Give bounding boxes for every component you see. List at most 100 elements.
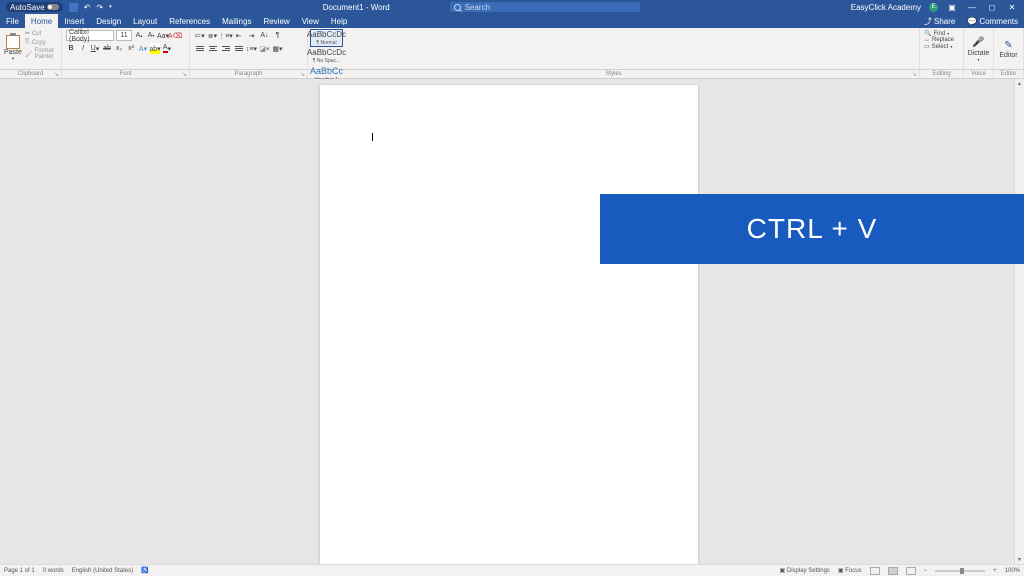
superscript-button[interactable]: x²	[126, 43, 136, 54]
italic-button[interactable]: I	[78, 43, 88, 54]
clear-format-button[interactable]: A⌫	[170, 30, 180, 41]
dictate-label: Dictate	[968, 50, 990, 57]
print-layout-button[interactable]	[888, 567, 898, 575]
find-icon: 🔍	[924, 30, 931, 37]
bold-button[interactable]: B	[66, 43, 76, 54]
editor-group-label: Editor	[994, 70, 1024, 78]
tab-help[interactable]: Help	[325, 14, 353, 28]
align-center-button[interactable]	[207, 43, 218, 54]
read-mode-button[interactable]	[870, 567, 880, 575]
language-indicator[interactable]: English (United States)	[72, 568, 133, 574]
style-name-label: ¶ No Spac...	[313, 59, 340, 64]
underline-button[interactable]: U▾	[90, 43, 100, 54]
borders-button[interactable]: ▦▾	[272, 43, 283, 54]
tab-insert[interactable]: Insert	[58, 14, 90, 28]
undo-icon[interactable]: ↶	[84, 3, 91, 12]
font-size-select[interactable]: 11	[116, 30, 132, 41]
document-title: Document1 - Word	[323, 3, 390, 12]
share-button[interactable]: ⤴Share	[918, 16, 961, 27]
strike-button[interactable]: ab	[102, 43, 112, 54]
accessibility-icon[interactable]: ♿	[141, 567, 148, 574]
dictate-button[interactable]: 🎤	[972, 36, 986, 50]
search-input[interactable]: Search	[450, 2, 640, 12]
tab-view[interactable]: View	[296, 14, 325, 28]
maximize-button[interactable]: ◻	[986, 1, 998, 13]
copy-button: ⎘Copy	[25, 39, 57, 46]
zoom-slider[interactable]	[935, 570, 985, 572]
chevron-down-icon[interactable]: ▾	[12, 56, 15, 62]
ribbon-options-icon[interactable]: ▣	[946, 1, 958, 13]
find-button[interactable]: 🔍Find▾	[924, 30, 959, 37]
zoom-level[interactable]: 100%	[1005, 568, 1020, 574]
account-avatar[interactable]: E	[929, 3, 938, 12]
zoom-in-button[interactable]: +	[993, 568, 997, 574]
shortcut-overlay: CTRL + V	[600, 194, 1024, 264]
font-name-select[interactable]: Calibri (Body)	[66, 30, 114, 41]
increase-indent-button[interactable]: ⇥	[246, 30, 257, 41]
voice-group-label: Voice	[964, 70, 994, 78]
tab-mailings[interactable]: Mailings	[216, 14, 257, 28]
focus-mode[interactable]: ▣ Focus	[838, 567, 862, 574]
style-name-label: ¶ Normal	[316, 41, 336, 46]
zoom-out-button[interactable]: −	[924, 568, 928, 574]
document-page[interactable]	[320, 85, 698, 564]
scroll-down-icon[interactable]: ▾	[1015, 555, 1024, 564]
format-painter-button[interactable]: 🖌Format Painter	[25, 48, 57, 60]
launcher-icon[interactable]: ↘	[912, 71, 917, 78]
select-button[interactable]: ▭Select▾	[924, 43, 959, 50]
tab-layout[interactable]: Layout	[127, 14, 163, 28]
redo-icon[interactable]: ↷	[96, 3, 103, 12]
brush-icon: 🖌	[25, 51, 33, 58]
decrease-indent-button[interactable]: ⇤	[233, 30, 244, 41]
minimize-button[interactable]: —	[966, 1, 978, 13]
editor-button[interactable]: ✎	[1002, 38, 1016, 52]
autosave-toggle[interactable]: AutoSave	[6, 2, 63, 12]
grow-font-button[interactable]: A▴	[134, 30, 144, 41]
numbering-button[interactable]: ≣▾	[207, 30, 218, 41]
scroll-up-icon[interactable]: ▴	[1015, 79, 1024, 88]
subscript-button[interactable]: x₂	[114, 43, 124, 54]
multilevel-button[interactable]: ⋮≡▾	[220, 30, 231, 41]
paste-button[interactable]: Paste ▾	[4, 30, 22, 67]
shrink-font-button[interactable]: A▾	[146, 30, 156, 41]
tab-references[interactable]: References	[163, 14, 216, 28]
justify-button[interactable]	[233, 43, 244, 54]
vertical-scrollbar[interactable]: ▴ ▾	[1014, 79, 1024, 564]
bullets-button[interactable]: ≔▾	[194, 30, 205, 41]
change-case-button[interactable]: Aa▾	[158, 30, 168, 41]
page-indicator[interactable]: Page 1 of 1	[4, 568, 35, 574]
launcher-icon[interactable]: ↘	[182, 71, 187, 78]
style-preview: AaBbCcDc	[307, 30, 346, 39]
save-icon[interactable]	[69, 3, 78, 12]
chevron-down-icon[interactable]: ▾	[977, 57, 979, 62]
copy-icon: ⎘	[25, 39, 30, 46]
editing-group-label: Editing	[920, 70, 964, 78]
style---normal[interactable]: AaBbCcDc ¶ Normal	[310, 29, 343, 47]
word-count[interactable]: 0 words	[43, 568, 64, 574]
tab-home[interactable]: Home	[25, 14, 58, 28]
style---no-spac---[interactable]: AaBbCcDc¶ No Spac...	[310, 47, 343, 65]
align-right-button[interactable]	[220, 43, 231, 54]
text-effects-button[interactable]: A▾	[138, 43, 148, 54]
comments-button[interactable]: 💬Comments	[961, 17, 1024, 26]
account-name[interactable]: EasyClick Academy	[851, 3, 921, 12]
shading-button[interactable]: ◪▾	[259, 43, 270, 54]
share-icon: ⤴	[924, 16, 932, 27]
display-settings[interactable]: ▣ Display Settings	[780, 567, 830, 574]
launcher-icon[interactable]: ↘	[300, 71, 305, 78]
show-marks-button[interactable]: ¶	[272, 30, 283, 41]
line-spacing-button[interactable]: ↕≡▾	[246, 43, 257, 54]
launcher-icon[interactable]: ↘	[54, 71, 59, 78]
sort-button[interactable]: A↓	[259, 30, 270, 41]
tab-design[interactable]: Design	[90, 14, 127, 28]
close-button[interactable]: ✕	[1006, 1, 1018, 13]
search-icon	[454, 4, 461, 11]
font-color-button[interactable]: A▾	[162, 43, 172, 54]
align-left-button[interactable]	[194, 43, 205, 54]
comment-icon: 💬	[967, 17, 977, 26]
tab-review[interactable]: Review	[257, 14, 295, 28]
web-layout-button[interactable]	[906, 567, 916, 575]
highlight-button[interactable]: ab▾	[150, 43, 160, 54]
clipboard-group-label: Clipboard↘	[0, 70, 62, 78]
tab-file[interactable]: File	[0, 14, 25, 28]
